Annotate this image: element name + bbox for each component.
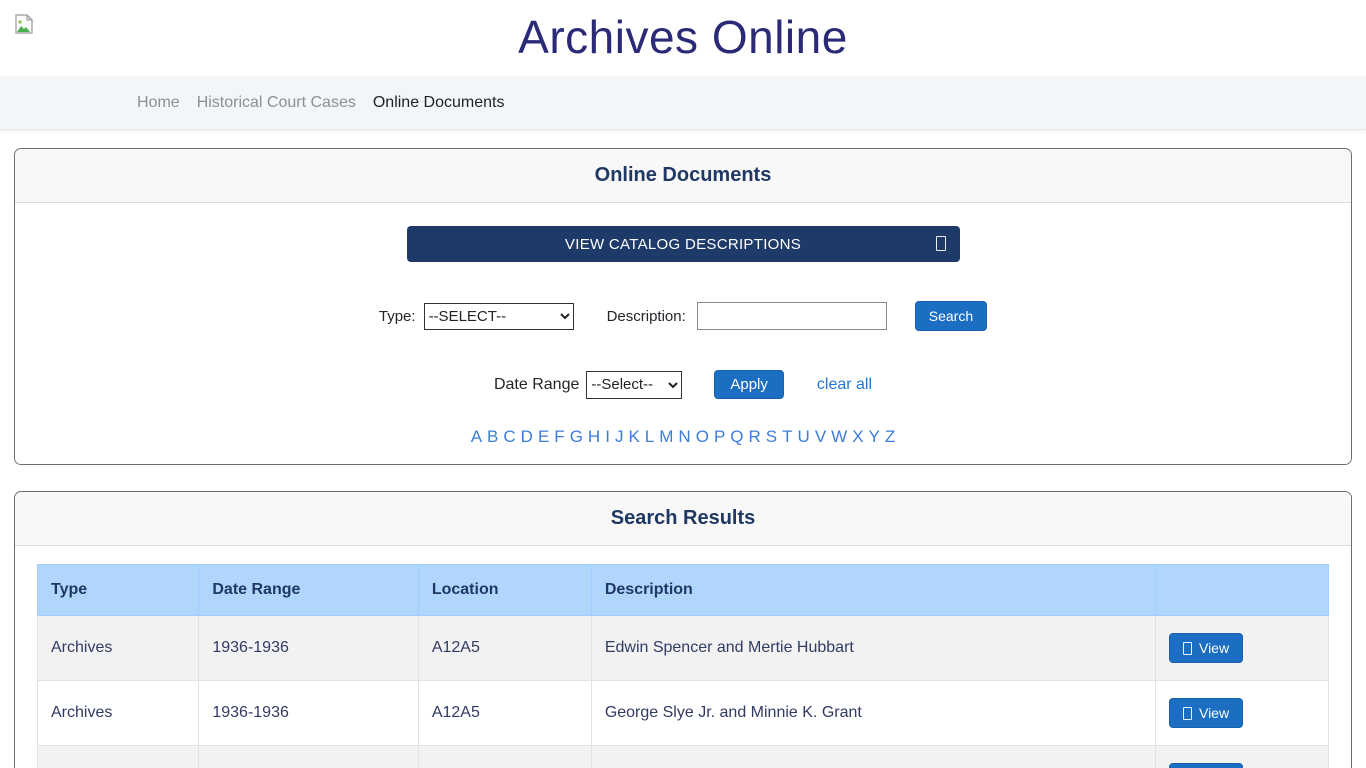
alphabet-link-c[interactable]: C (501, 427, 518, 446)
column-header-actions (1155, 565, 1328, 616)
alphabet-link-j[interactable]: J (612, 427, 626, 446)
description-cell: J.B. Sheperd and Cleo Dearring (591, 746, 1155, 768)
alphabet-link-z[interactable]: Z (882, 427, 897, 446)
search-results-body: Type Date Range Location Description Arc… (15, 546, 1351, 768)
alphabet-link-l[interactable]: L (642, 427, 656, 446)
description-cell: Edwin Spencer and Mertie Hubbart (591, 616, 1155, 681)
action-cell: View (1155, 616, 1328, 681)
broken-image-icon (15, 14, 33, 34)
apply-button[interactable]: Apply (714, 370, 784, 399)
missing-glyph-icon (1183, 707, 1192, 720)
alphabet-link-p[interactable]: P (711, 427, 727, 446)
description-cell: George Slye Jr. and Minnie K. Grant (591, 681, 1155, 746)
search-results-panel: Search Results Type Date Range Location … (14, 491, 1352, 768)
alphabet-link-t[interactable]: T (780, 427, 795, 446)
type-cell: Archives (38, 681, 199, 746)
alphabet-link-w[interactable]: W (829, 427, 850, 446)
alphabet-link-x[interactable]: X (850, 427, 866, 446)
alphabet-link-e[interactable]: E (535, 427, 551, 446)
alphabet-link-b[interactable]: B (485, 427, 501, 446)
location-cell: A12A5 (418, 746, 591, 768)
online-documents-panel-header: Online Documents (15, 149, 1351, 203)
table-row: Archives1936-1936A12A5J.B. Sheperd and C… (38, 746, 1329, 768)
alphabet-link-y[interactable]: Y (866, 427, 882, 446)
online-documents-title: Online Documents (25, 164, 1341, 187)
date-range-cell: 1936-1936 (199, 746, 418, 768)
main-nav: Home Historical Court Cases Online Docum… (0, 76, 1366, 130)
alphabet-link-g[interactable]: G (567, 427, 585, 446)
alphabet-link-h[interactable]: H (585, 427, 602, 446)
results-table-head: Type Date Range Location Description (38, 565, 1329, 616)
description-input[interactable] (697, 302, 887, 330)
missing-glyph-icon (1183, 642, 1192, 655)
view-button[interactable]: View (1169, 763, 1243, 768)
date-range-label: Date Range (494, 376, 579, 394)
search-results-title: Search Results (25, 507, 1341, 530)
search-button[interactable]: Search (915, 301, 987, 331)
alphabet-link-f[interactable]: F (552, 427, 567, 446)
nav-link-historical-court-cases[interactable]: Historical Court Cases (197, 94, 356, 112)
date-range-row: Date Range --Select-- Apply clear all (15, 370, 1351, 399)
main-content: Online Documents VIEW CATALOG DESCRIPTIO… (0, 130, 1366, 768)
alphabet-link-o[interactable]: O (693, 427, 711, 446)
column-header-location: Location (418, 565, 591, 616)
results-table-body: Archives1936-1936A12A5Edwin Spencer and … (38, 616, 1329, 768)
date-range-select[interactable]: --Select-- (586, 371, 682, 399)
type-label: Type: (379, 308, 416, 325)
catalog-button-label: VIEW CATALOG DESCRIPTIONS (565, 236, 801, 253)
date-range-cell: 1936-1936 (199, 616, 418, 681)
alphabet-link-n[interactable]: N (676, 427, 693, 446)
table-row: Archives1936-1936A12A5George Slye Jr. an… (38, 681, 1329, 746)
view-catalog-descriptions-button[interactable]: VIEW CATALOG DESCRIPTIONS (407, 226, 960, 262)
online-documents-panel: Online Documents VIEW CATALOG DESCRIPTIO… (14, 148, 1352, 465)
view-button[interactable]: View (1169, 633, 1243, 663)
site-header: Archives Online (0, 0, 1366, 76)
type-cell: Archives (38, 616, 199, 681)
alphabet-link-u[interactable]: U (795, 427, 812, 446)
missing-glyph-icon (936, 236, 946, 251)
results-table: Type Date Range Location Description Arc… (37, 564, 1329, 768)
type-select[interactable]: --SELECT-- (424, 303, 574, 330)
action-cell: View (1155, 746, 1328, 768)
table-row: Archives1936-1936A12A5Edwin Spencer and … (38, 616, 1329, 681)
alphabet-link-s[interactable]: S (763, 427, 779, 446)
search-form-row: Type: --SELECT-- Description: Search (15, 301, 1351, 331)
alphabet-link-v[interactable]: V (812, 427, 828, 446)
date-range-cell: 1936-1936 (199, 681, 418, 746)
description-label: Description: (607, 308, 686, 325)
alphabet-links: ABCDEFGHIJKLMNOPQRSTUVWXYZ (15, 427, 1351, 447)
type-cell: Archives (38, 746, 199, 768)
search-results-panel-header: Search Results (15, 492, 1351, 546)
location-cell: A12A5 (418, 616, 591, 681)
location-cell: A12A5 (418, 681, 591, 746)
alphabet-link-r[interactable]: R (746, 427, 763, 446)
view-button[interactable]: View (1169, 698, 1243, 728)
column-header-date-range: Date Range (199, 565, 418, 616)
alphabet-link-q[interactable]: Q (728, 427, 746, 446)
online-documents-body: VIEW CATALOG DESCRIPTIONS Type: --SELECT… (15, 203, 1351, 464)
action-cell: View (1155, 681, 1328, 746)
alphabet-link-m[interactable]: M (657, 427, 676, 446)
column-header-description: Description (591, 565, 1155, 616)
alphabet-link-k[interactable]: K (626, 427, 642, 446)
page-title: Archives Online (0, 0, 1366, 74)
column-header-type: Type (38, 565, 199, 616)
alphabet-link-i[interactable]: I (603, 427, 613, 446)
nav-link-home[interactable]: Home (137, 94, 180, 112)
alphabet-link-d[interactable]: D (518, 427, 535, 446)
alphabet-link-a[interactable]: A (468, 427, 484, 446)
clear-all-link[interactable]: clear all (817, 376, 872, 394)
nav-link-online-documents[interactable]: Online Documents (373, 94, 505, 112)
